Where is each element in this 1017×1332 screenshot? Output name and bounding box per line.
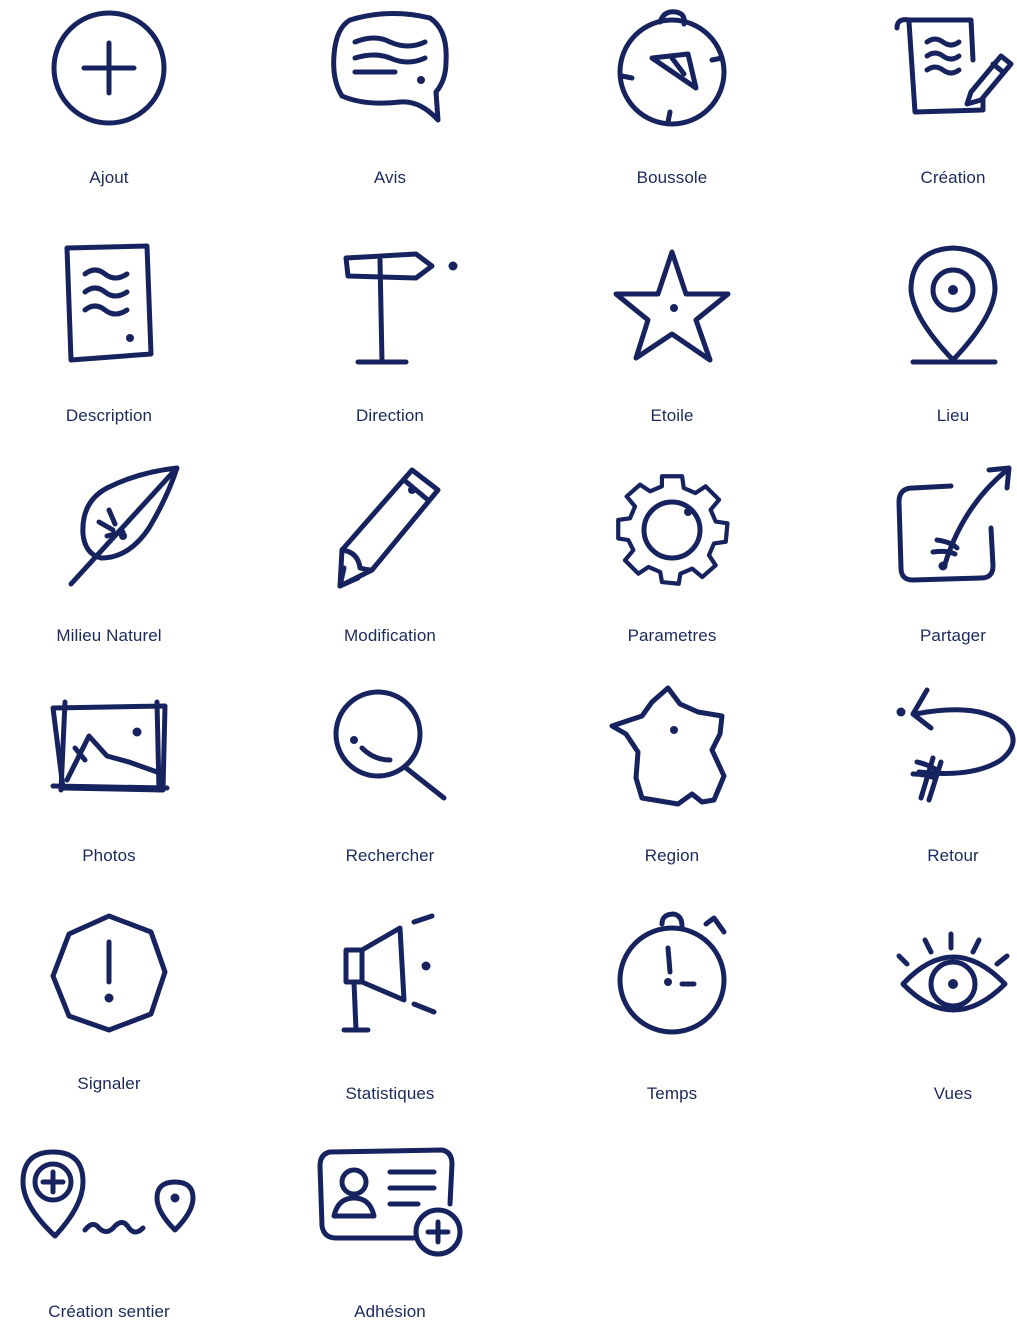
image-icon — [0, 678, 229, 818]
icon-tile-milieu-naturel: Milieu Naturel — [0, 458, 229, 658]
icon-label: Statistiques — [345, 1084, 435, 1103]
compass-icon — [552, 0, 792, 140]
star-icon — [552, 238, 792, 378]
icon-tile-creation: Création — [833, 0, 1017, 200]
icon-tile-boussole: Boussole — [552, 0, 792, 200]
icon-label: Milieu Naturel — [56, 626, 162, 645]
icon-label: Boussole — [636, 168, 708, 187]
megaphone-icon — [270, 906, 510, 1046]
magnifier-icon — [270, 678, 510, 818]
icon-label: Création sentier — [48, 1302, 170, 1321]
leaf-icon — [0, 458, 229, 598]
membership-card-icon — [270, 1132, 510, 1272]
icon-tile-signaler: Signaler — [0, 906, 229, 1106]
icon-tile-vues: Vues — [833, 906, 1017, 1106]
icon-tile-lieu: Lieu — [833, 238, 1017, 438]
icon-tile-direction: Direction — [270, 238, 510, 438]
document-icon — [0, 238, 229, 378]
icon-tile-adhesion: Adhésion — [270, 1132, 510, 1332]
icon-label: Parametres — [627, 626, 717, 645]
icon-tile-modification: Modification — [270, 458, 510, 658]
icon-label: Etoile — [650, 406, 694, 425]
icon-label: Avis — [373, 168, 407, 187]
speech-bubble-icon — [270, 0, 510, 140]
signpost-icon — [270, 238, 510, 378]
trail-creation-icon — [0, 1132, 229, 1272]
eye-icon — [833, 906, 1017, 1046]
icon-label: Signaler — [77, 1074, 141, 1093]
icon-tile-parametres: Parametres — [552, 458, 792, 658]
icon-tile-temps: Temps — [552, 906, 792, 1106]
icon-label: Photos — [82, 846, 136, 865]
france-map-icon — [552, 678, 792, 818]
return-arrow-icon — [833, 678, 1017, 818]
icon-tile-photos: Photos — [0, 678, 229, 878]
icon-label: Region — [644, 846, 700, 865]
icon-label: Lieu — [936, 406, 970, 425]
pencil-icon — [270, 458, 510, 598]
icon-label: Adhésion — [354, 1302, 426, 1321]
icon-label: Temps — [646, 1084, 698, 1103]
icon-tile-rechercher: Rechercher — [270, 678, 510, 878]
icon-tile-description: Description — [0, 238, 229, 438]
gear-icon — [552, 458, 792, 598]
map-pin-icon — [833, 238, 1017, 378]
icon-tile-partager: Partager — [833, 458, 1017, 658]
warning-octagon-icon — [0, 906, 229, 1046]
icon-tile-statistiques: Statistiques — [270, 906, 510, 1106]
icon-tile-avis: Avis — [270, 0, 510, 200]
plus-circle-icon — [0, 0, 229, 140]
scroll-pen-icon — [833, 0, 1017, 140]
icon-label: Retour — [927, 846, 979, 865]
icon-tile-region: Region — [552, 678, 792, 878]
icon-tile-ajout: Ajout — [0, 0, 229, 200]
icon-tile-retour: Retour — [833, 678, 1017, 878]
icon-label: Description — [65, 406, 153, 425]
share-arrow-icon — [833, 458, 1017, 598]
icon-tile-creation-sentier: Création sentier — [0, 1132, 229, 1332]
icon-label: Direction — [356, 406, 424, 425]
icon-label: Vues — [933, 1084, 973, 1103]
icon-label: Modification — [344, 626, 436, 645]
icon-tile-etoile: Etoile — [552, 238, 792, 438]
icon-label: Partager — [919, 626, 986, 645]
icon-label: Ajout — [89, 168, 129, 187]
stopwatch-icon — [552, 906, 792, 1046]
icon-label: Création — [920, 168, 986, 187]
icon-label: Rechercher — [345, 846, 435, 865]
